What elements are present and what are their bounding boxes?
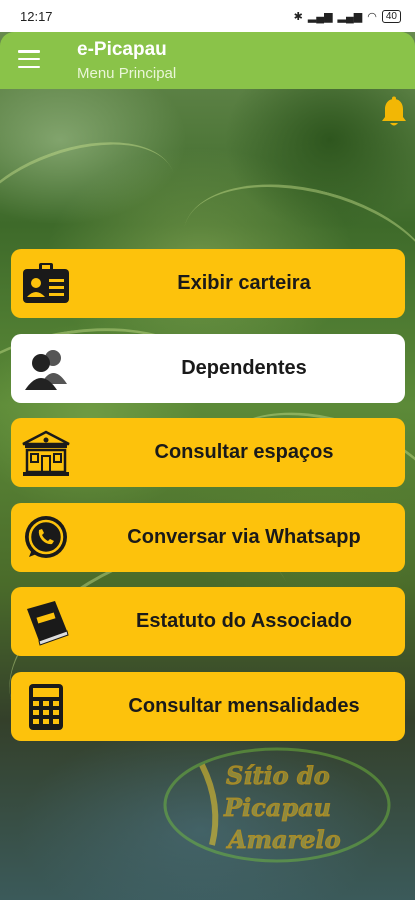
app-subtitle: Menu Principal xyxy=(77,65,177,82)
menu-item-label: Consultar mensalidades xyxy=(128,694,360,717)
bell-icon[interactable] xyxy=(380,96,408,128)
menu-item-consultar-espacos[interactable]: Consultar espaços xyxy=(11,418,405,488)
logo-text: Picapau xyxy=(223,793,332,823)
signal-icon: ▂▄▆ xyxy=(337,10,363,23)
calculator-icon xyxy=(29,683,63,730)
menu-item-mensalidades[interactable]: Consultar mensalidades xyxy=(11,671,405,741)
menu-item-label: Dependentes xyxy=(181,356,307,379)
menu-item-label: Consultar espaços xyxy=(154,441,334,464)
logo-text: Amarelo xyxy=(228,825,342,855)
book-icon xyxy=(27,601,69,647)
bluetooth-icon: ✱ xyxy=(293,10,303,23)
menu-item-whatsapp[interactable]: Conversar via Whatsapp xyxy=(11,502,405,572)
signal-icon: ▂▄▆ xyxy=(307,10,333,23)
whatsapp-icon xyxy=(25,515,67,558)
hamburger-menu-icon[interactable] xyxy=(18,50,40,68)
app-title: e-Picapau xyxy=(77,39,167,60)
battery-icon: 40 xyxy=(381,9,401,23)
status-bar: 12:17 ✱ ▂▄▆ ▂▄▆ ◠ 40 xyxy=(0,0,415,32)
menu-item-dependentes[interactable]: Dependentes xyxy=(11,333,405,403)
building-icon xyxy=(22,430,70,477)
status-icons: ✱ ▂▄▆ ▂▄▆ ◠ 40 xyxy=(293,9,401,23)
main-menu: Exibir carteira Dependentes Consultar es… xyxy=(11,249,405,757)
sitio-do-picapau-logo: Sítio do Picapau Amarelo xyxy=(162,745,392,865)
menu-item-label: Exibir carteira xyxy=(177,272,311,294)
wifi-icon: ◠ xyxy=(367,10,377,23)
status-time: 12:17 xyxy=(20,8,53,24)
logo-text: Sítio do xyxy=(226,761,331,791)
menu-item-exibir-carteira[interactable]: Exibir carteira xyxy=(11,249,405,318)
menu-item-label: Conversar via Whatsapp xyxy=(127,525,361,548)
app-bar: e-Picapau Menu Principal xyxy=(0,32,415,89)
users-icon xyxy=(25,349,67,390)
id-card-icon xyxy=(23,263,69,303)
menu-item-label: Estatuto do Associado xyxy=(136,610,352,633)
menu-item-estatuto[interactable]: Estatuto do Associado xyxy=(11,587,405,657)
